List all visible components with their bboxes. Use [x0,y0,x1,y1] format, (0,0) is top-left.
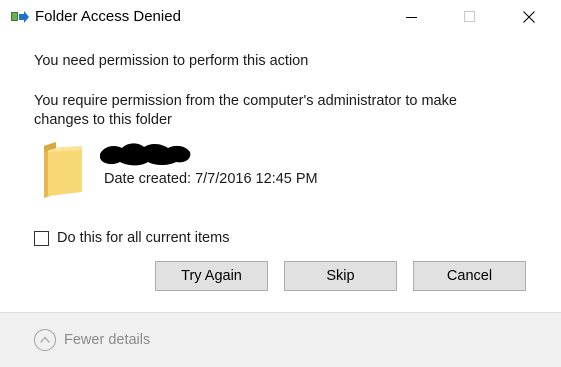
redacted-folder-name [100,143,191,166]
apply-all-label[interactable]: Do this for all current items [57,229,229,248]
close-button[interactable] [506,0,552,34]
maximize-button[interactable] [447,0,493,34]
skip-button[interactable]: Skip [284,261,397,291]
window-title: Folder Access Denied [35,8,181,25]
dialog-window: Folder Access Denied You need permission… [0,0,561,367]
try-again-button[interactable]: Try Again [155,261,268,291]
chevron-up-button[interactable] [34,329,56,351]
date-created: Date created: 7/7/2016 12:45 PM [104,171,318,187]
title-bar[interactable]: Folder Access Denied [0,0,561,34]
maximize-icon [464,11,475,22]
folder-icon [44,142,82,198]
fewer-details-label[interactable]: Fewer details [64,331,150,350]
dialog-heading: You need permission to perform this acti… [34,53,309,69]
close-icon [523,11,535,23]
apply-all-checkbox[interactable] [34,231,49,246]
cancel-button[interactable]: Cancel [413,261,526,291]
chevron-up-icon [40,336,50,343]
minimize-button[interactable] [389,0,435,34]
file-move-icon [11,11,29,23]
minimize-icon [406,17,417,18]
dialog-message: You require permission from the computer… [34,93,457,128]
dialog-footer: Fewer details [0,312,561,367]
